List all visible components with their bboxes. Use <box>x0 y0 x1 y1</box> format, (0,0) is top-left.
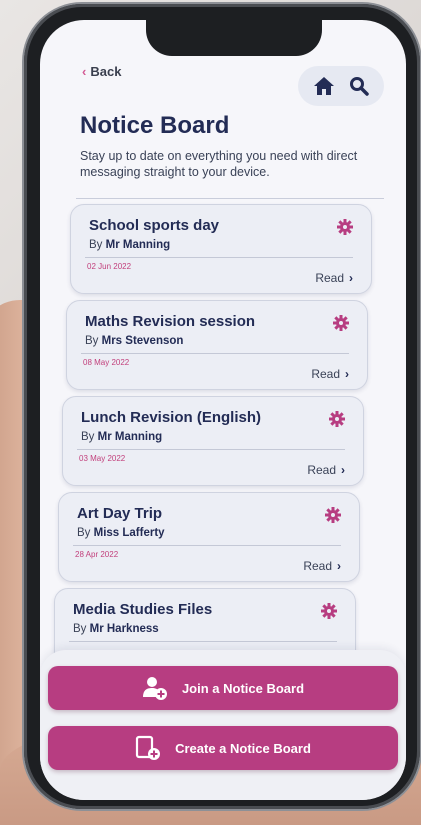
divider <box>76 198 384 199</box>
gear-icon[interactable] <box>337 219 353 235</box>
notice-author: By Mr Manning <box>89 239 171 251</box>
back-label: Back <box>90 64 122 79</box>
notice-title: School sports day <box>89 217 220 234</box>
notice-card[interactable]: School sports day By Mr Manning 02 Jun 2… <box>70 204 372 294</box>
read-link[interactable]: Read › <box>311 367 349 381</box>
chevron-right-icon: › <box>341 463 345 477</box>
notice-author: By Mr Harkness <box>73 623 159 635</box>
card-divider <box>73 545 341 546</box>
card-divider <box>69 641 337 642</box>
header-actions <box>298 66 384 106</box>
gear-icon[interactable] <box>321 603 337 619</box>
bottom-action-panel: Join a Notice Board Create a Notice Boar… <box>40 650 406 800</box>
create-notice-board-button[interactable]: Create a Notice Board <box>48 726 398 770</box>
add-document-icon <box>135 735 161 760</box>
notice-author: By Mr Manning <box>81 431 163 443</box>
notice-author: By Miss Lafferty <box>77 527 165 539</box>
notice-author: By Mrs Stevenson <box>85 335 184 347</box>
notice-board-screen: ‹ Back Notice Board Stay up to date on ev… <box>40 20 406 800</box>
gear-icon[interactable] <box>333 315 349 331</box>
notice-date: 28 Apr 2022 <box>75 550 119 559</box>
search-icon[interactable] <box>349 76 370 96</box>
phone-screen: ‹ Back Notice Board Stay up to date on ev… <box>40 20 406 800</box>
read-link[interactable]: Read › <box>303 559 341 573</box>
gear-icon[interactable] <box>325 507 341 523</box>
join-notice-board-button[interactable]: Join a Notice Board <box>48 666 398 710</box>
notice-date: 03 May 2022 <box>79 454 126 463</box>
back-button[interactable]: ‹ Back <box>82 64 121 79</box>
notice-title: Lunch Revision (English) <box>81 409 262 426</box>
notice-title: Media Studies Files <box>73 601 213 618</box>
notice-card[interactable]: Lunch Revision (English) By Mr Manning 0… <box>62 396 364 486</box>
add-user-icon <box>142 677 167 700</box>
join-label: Join a Notice Board <box>181 680 305 696</box>
chevron-right-icon: › <box>349 271 353 285</box>
card-divider <box>85 257 353 258</box>
card-divider <box>81 353 349 354</box>
phone-notch <box>146 20 322 56</box>
read-link[interactable]: Read › <box>315 271 353 285</box>
card-divider <box>77 449 345 450</box>
chevron-right-icon: › <box>337 559 341 573</box>
create-label: Create a Notice Board <box>175 740 311 756</box>
notice-date: 08 May 2022 <box>83 358 130 367</box>
notice-title: Art Day Trip <box>77 505 163 522</box>
home-icon[interactable] <box>313 76 335 96</box>
notice-date: 02 Jun 2022 <box>87 262 132 271</box>
page-title: Notice Board <box>80 112 230 139</box>
read-link[interactable]: Read › <box>307 463 345 477</box>
chevron-right-icon: › <box>345 367 349 381</box>
notice-card[interactable]: Maths Revision session By Mrs Stevenson … <box>66 300 368 390</box>
notice-card[interactable]: Art Day Trip By Miss Lafferty 28 Apr 202… <box>58 492 360 582</box>
chevron-left-icon: ‹ <box>82 64 87 79</box>
gear-icon[interactable] <box>329 411 345 427</box>
notice-title: Maths Revision session <box>85 313 256 330</box>
page-subtitle: Stay up to date on everything you need w… <box>80 149 358 179</box>
